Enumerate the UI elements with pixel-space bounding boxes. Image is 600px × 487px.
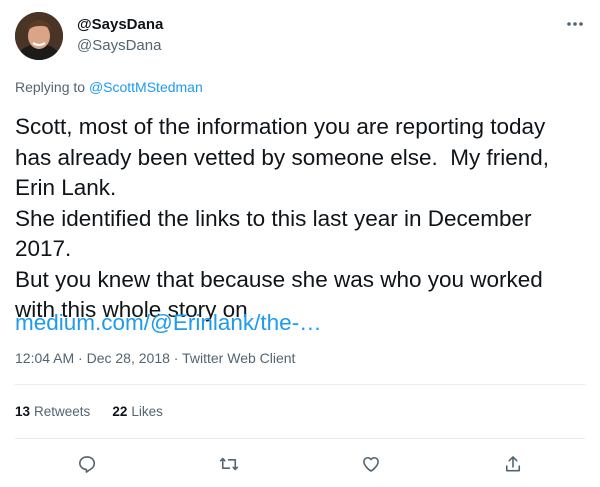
replying-to-link[interactable]: @ScottMStedman <box>89 79 203 95</box>
tweet-link[interactable]: medium.com/@Erinlank/the-… <box>15 308 322 338</box>
meta-separator: · <box>169 350 183 366</box>
meta-separator: · <box>74 350 87 366</box>
tweet-stats: 13 Retweets 22 Likes <box>15 404 163 419</box>
retweet-button[interactable] <box>212 449 246 479</box>
divider <box>15 438 585 439</box>
likes-label: Likes <box>131 404 163 419</box>
reply-button[interactable] <box>70 449 104 479</box>
more-options-button[interactable] <box>562 14 588 34</box>
likes-stat[interactable]: 22 Likes <box>112 404 163 419</box>
retweet-icon <box>219 457 239 471</box>
reply-icon <box>79 456 96 473</box>
divider <box>15 384 585 385</box>
retweets-stat[interactable]: 13 Retweets <box>15 404 90 419</box>
tweet-client[interactable]: Twitter Web Client <box>182 350 295 366</box>
like-button[interactable] <box>354 449 388 479</box>
retweets-count: 13 <box>15 404 31 419</box>
author-display-name[interactable]: @SaysDana <box>77 16 163 33</box>
share-button[interactable] <box>496 449 530 479</box>
tweet-actions <box>0 447 600 481</box>
user-avatar-icon <box>15 12 63 60</box>
likes-count: 22 <box>112 404 128 419</box>
author-handle[interactable]: @SaysDana <box>77 37 161 54</box>
replying-to-prefix: Replying to <box>15 79 89 95</box>
tweet-time[interactable]: 12:04 AM <box>15 350 74 366</box>
tweet-metadata: 12:04 AM · Dec 28, 2018 · Twitter Web Cl… <box>15 350 295 366</box>
replying-to: Replying to @ScottMStedman <box>15 79 203 95</box>
author-avatar[interactable] <box>15 12 63 60</box>
tweet-text: Scott, most of the information you are r… <box>15 114 550 322</box>
share-icon <box>505 456 521 472</box>
retweets-label: Retweets <box>34 404 91 419</box>
more-dots-icon <box>567 22 583 26</box>
like-icon <box>363 456 379 472</box>
tweet-date[interactable]: Dec 28, 2018 <box>87 350 170 366</box>
